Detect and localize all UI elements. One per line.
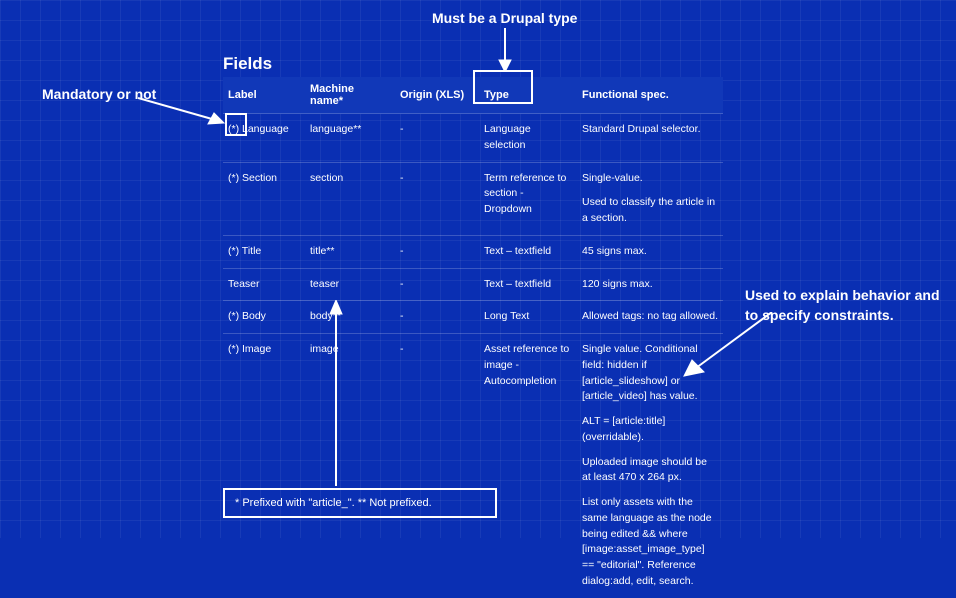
table-row: (*) Titletitle**-Text – textfield45 sign… — [223, 235, 723, 268]
callout-spec: Used to explain behavior and to specify … — [745, 286, 956, 325]
arrow-to-type — [495, 28, 515, 72]
table-row: Teaserteaser-Text – textfield120 signs m… — [223, 268, 723, 301]
callout-type: Must be a Drupal type — [432, 10, 577, 26]
table-row: (*) Bodybody**-Long TextAllowed tags: no… — [223, 301, 723, 334]
highlight-mandatory-cell — [225, 113, 247, 136]
table-row: (*) Imageimage-Asset reference to image … — [223, 334, 723, 598]
col-label: Label — [223, 77, 305, 114]
col-machine: Machine name* — [305, 77, 395, 114]
arrow-to-spec — [682, 312, 772, 378]
arrow-to-machine — [326, 300, 346, 486]
table-row: (*) Languagelanguage**-Language selectio… — [223, 114, 723, 163]
highlight-type-header — [473, 70, 533, 104]
table-row: (*) Sectionsection-Term reference to sec… — [223, 162, 723, 235]
footnote: * Prefixed with "article_". ** Not prefi… — [223, 488, 497, 518]
arrow-to-mandatory — [138, 95, 228, 129]
col-origin: Origin (XLS) — [395, 77, 479, 114]
col-spec: Functional spec. — [577, 77, 723, 114]
fields-table: Label Machine name* Origin (XLS) Type Fu… — [223, 77, 723, 598]
